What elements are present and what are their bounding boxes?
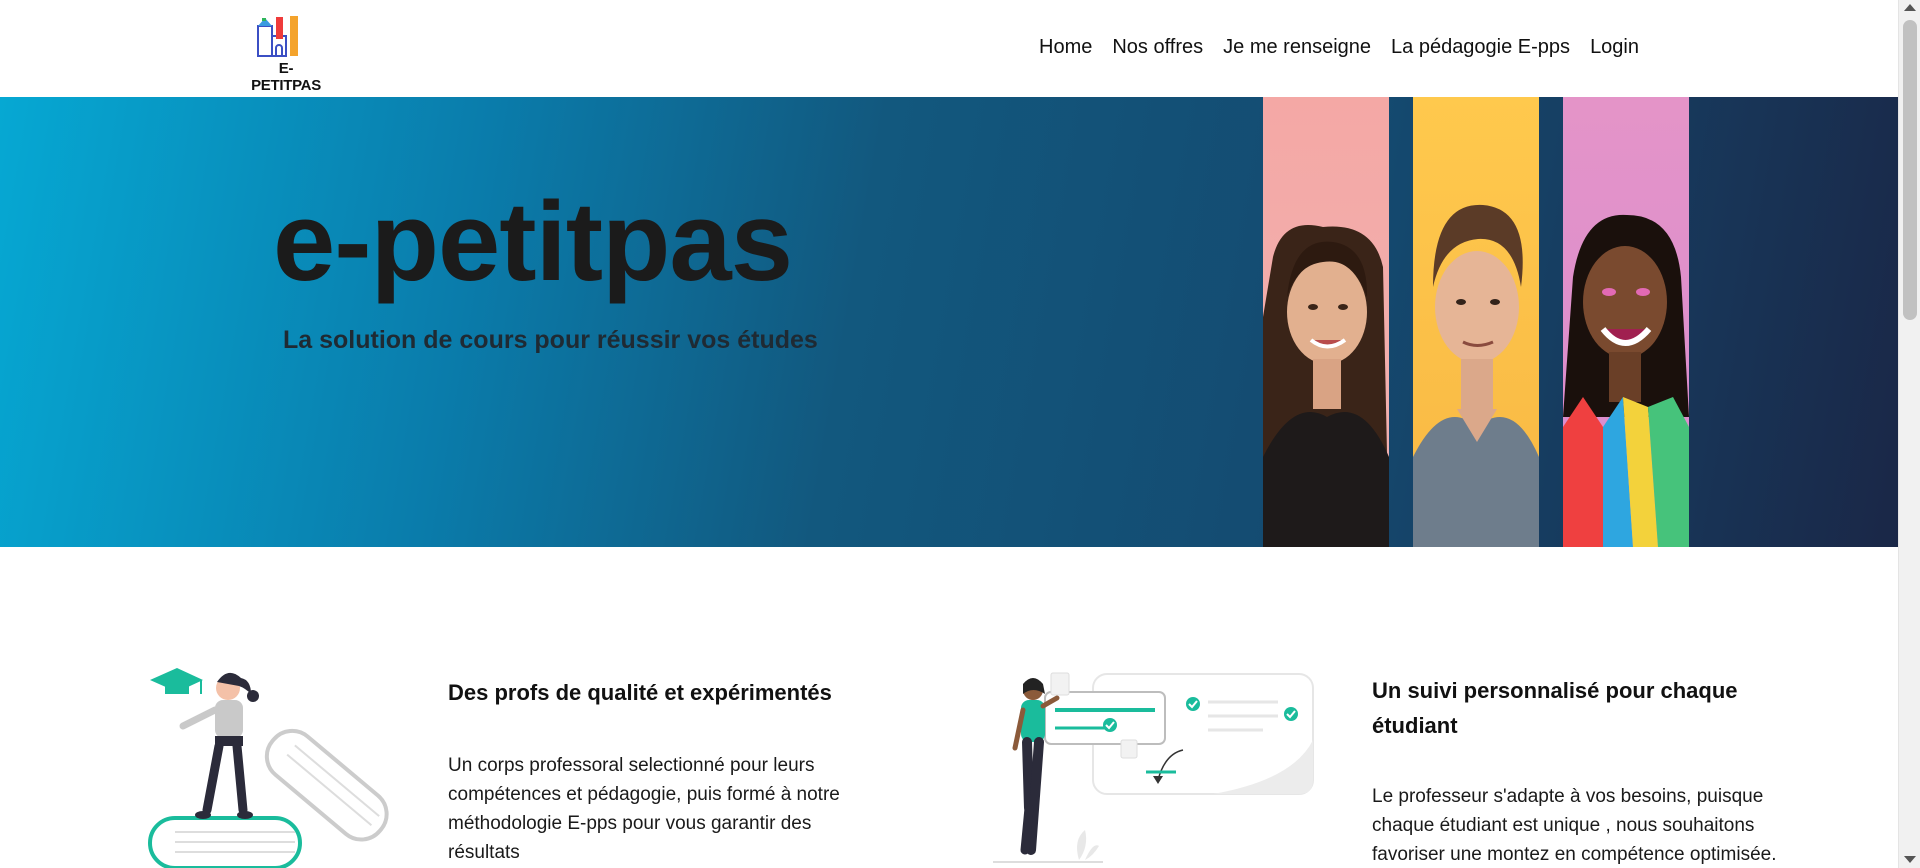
check-icon xyxy=(1284,707,1298,721)
logo-castle-icon xyxy=(257,16,298,57)
scroll-thumb[interactable] xyxy=(1903,20,1917,320)
nav-je-me-renseigne[interactable]: Je me renseigne xyxy=(1223,36,1371,59)
nav-nos-offres[interactable]: Nos offres xyxy=(1112,36,1203,59)
illustration-checklist xyxy=(993,670,1315,868)
feature-title-profs: Des profs de qualité et expérimentés xyxy=(448,680,832,705)
hero-subtitle: La solution de cours pour réussir vos ét… xyxy=(283,326,818,354)
portrait-woman-2 xyxy=(1563,97,1689,547)
nav-home[interactable]: Home xyxy=(1039,36,1092,59)
hero-title: e-petitpas xyxy=(273,179,793,304)
nav-login[interactable]: Login xyxy=(1590,36,1639,59)
illustration-teacher-books xyxy=(145,660,400,868)
logo-text: E-PETITPAS xyxy=(251,60,321,94)
feature-text-profs: Un corps professoral selectionné pour le… xyxy=(448,755,840,863)
check-icon xyxy=(1103,718,1117,732)
graduation-cap-icon xyxy=(150,668,203,694)
feature-title-suivi: Un suivi personnalisé pour chaque étudia… xyxy=(1372,678,1738,738)
portrait-woman-1 xyxy=(1263,97,1389,547)
scroll-down-arrow-icon[interactable] xyxy=(1904,856,1916,863)
main-nav: Home Nos offres Je me renseigne La pédag… xyxy=(1039,36,1659,59)
scroll-up-arrow-icon[interactable] xyxy=(1904,4,1916,11)
feature-text-suivi: Le professeur s'adapte à vos besoins, pu… xyxy=(1372,786,1777,865)
nav-pedagogie[interactable]: La pédagogie E-pps xyxy=(1391,36,1570,59)
page-scrollbar[interactable] xyxy=(1898,0,1920,868)
check-icon xyxy=(1186,697,1200,711)
site-logo[interactable]: E-PETITPAS xyxy=(248,14,324,94)
site-header: E-PETITPAS Home Nos offres Je me renseig… xyxy=(0,0,1898,97)
hero-banner: e-petitpas La solution de cours pour réu… xyxy=(0,97,1898,547)
portrait-man xyxy=(1413,97,1539,547)
